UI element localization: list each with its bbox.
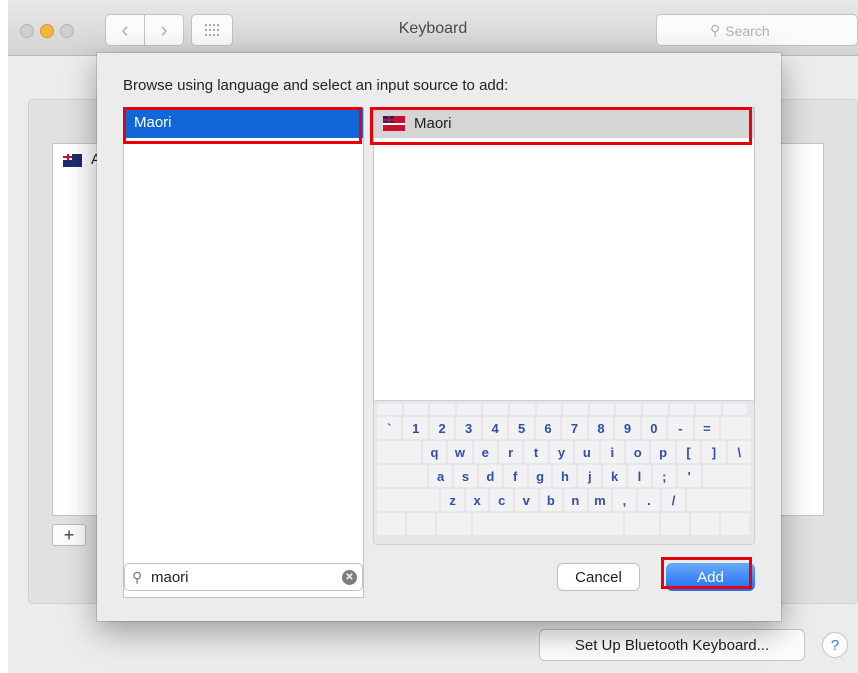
keyboard-key-blank [696,404,721,415]
keyboard-key: . [637,489,661,511]
keyboard-key: 5 [509,417,534,439]
window-search-field[interactable]: ⚲ Search [656,14,858,46]
keyboard-key: 3 [456,417,481,439]
keyboard-key: p [651,441,675,463]
keyboard-key-blank [702,465,751,487]
keyboard-key: x [465,489,489,511]
keyboard-key: ' [677,465,701,487]
language-search-input[interactable] [151,567,331,587]
add-input-source-sheet: Browse using language and select an inpu… [97,53,781,621]
keyboard-key-blank [625,513,659,535]
maori-flag-icon [383,115,405,131]
keyboard-key: v [514,489,538,511]
keyboard-key: t [524,441,548,463]
keyboard-key: f [503,465,527,487]
keyboard-key: 2 [429,417,455,439]
keyboard-key-blank [669,404,695,415]
keyboard-key: l [628,465,651,487]
keyboard-key: , [613,489,636,511]
help-button[interactable]: ? [822,632,848,658]
keyboard-key: q [422,441,447,463]
keyboard-key: b [539,489,563,511]
keyboard-key: o [626,441,650,463]
keyboard-key: u [575,441,599,463]
keyboard-key-blank [377,441,421,463]
keyboard-key: j [578,465,602,487]
keyboard-key: 4 [482,417,508,439]
keyboard-key: \ [727,441,752,463]
keyboard-key: m [588,489,612,511]
keyboard-key-blank [377,513,405,535]
keyboard-key-blank [661,513,689,535]
add-button[interactable]: Add [666,563,755,591]
keyboard-key: n [564,489,587,511]
keyboard-key-blank [691,513,719,535]
keyboard-key-blank [483,404,508,415]
keyboard-key: s [454,465,477,487]
keyboard-key-blank [536,404,562,415]
australia-flag-icon [63,154,82,167]
keyboard-key: e [473,441,497,463]
keyboard-key: a [429,465,453,487]
language-list[interactable]: Maori [123,107,364,598]
keyboard-key-blank [509,404,535,415]
keyboard-key-blank [473,513,623,535]
input-source-item-maori[interactable]: Maori [374,108,754,138]
keyboard-key: h [553,465,577,487]
keyboard-key-blank [616,404,641,415]
language-item-maori[interactable]: Maori [124,108,363,138]
keyboard-key: ] [702,441,726,463]
input-source-list[interactable]: Maori [373,107,755,436]
keyboard-key: ; [652,465,676,487]
keyboard-preview: ` 1 2 3 4 5 6 7 8 9 0- = q w e r t y u i o p[] \ a s d f g h j k l; ' z x c… [373,400,755,545]
keyboard-key: 1 [403,417,428,439]
keyboard-key: k [603,465,627,487]
input-sources-list[interactable]: A [52,143,102,516]
clear-search-icon[interactable]: ✕ [342,570,357,585]
keyboard-key: - [668,417,693,439]
language-search-field[interactable]: ⚲ ✕ [124,563,363,591]
bluetooth-keyboard-button[interactable]: Set Up Bluetooth Keyboard... [539,629,805,661]
keyboard-key: c [490,489,513,511]
keyboard-key-blank [589,404,615,415]
input-source-item-label: Maori [414,114,452,132]
keyboard-key: d [478,465,502,487]
keyboard-key-blank [377,404,402,415]
keyboard-key-blank [722,404,748,415]
keyboard-key: ` [377,417,402,439]
keyboard-key: 6 [535,417,561,439]
search-placeholder: Search [725,22,770,39]
keyboard-key: / [662,489,685,511]
keyboard-key: 8 [588,417,614,439]
search-icon: ⚲ [710,22,721,38]
keyboard-key: z [441,489,464,511]
keyboard-key: 7 [562,417,587,439]
keyboard-key-blank [563,404,588,415]
keyboard-key: = [694,417,720,439]
keyboard-key: w [448,441,472,463]
add-input-source-button[interactable]: + [52,524,86,546]
keyboard-key: i [600,441,625,463]
keyboard-key-blank [377,465,428,487]
keyboard-key-blank [721,513,749,535]
keyboard-key-blank [721,417,751,439]
keyboard-key-blank [403,404,429,415]
search-icon: ⚲ [132,569,143,585]
keyboard-key: g [528,465,552,487]
keyboard-key-blank [377,489,440,511]
title-bar: ‹ › Keyboard ⚲ Search [8,0,858,56]
keyboard-key: y [549,441,574,463]
keyboard-key: 0 [641,417,667,439]
keyboard-key-blank [686,489,751,511]
keyboard-key-blank [407,513,435,535]
sheet-prompt: Browse using language and select an inpu… [123,77,509,94]
keyboard-key-blank [437,513,471,535]
keyboard-key-blank [642,404,668,415]
keyboard-key-blank [456,404,482,415]
keyboard-key-blank [430,404,455,415]
cancel-button[interactable]: Cancel [557,563,640,591]
keyboard-key: 9 [615,417,640,439]
keyboard-key: [ [676,441,701,463]
keyboard-key: r [498,441,523,463]
